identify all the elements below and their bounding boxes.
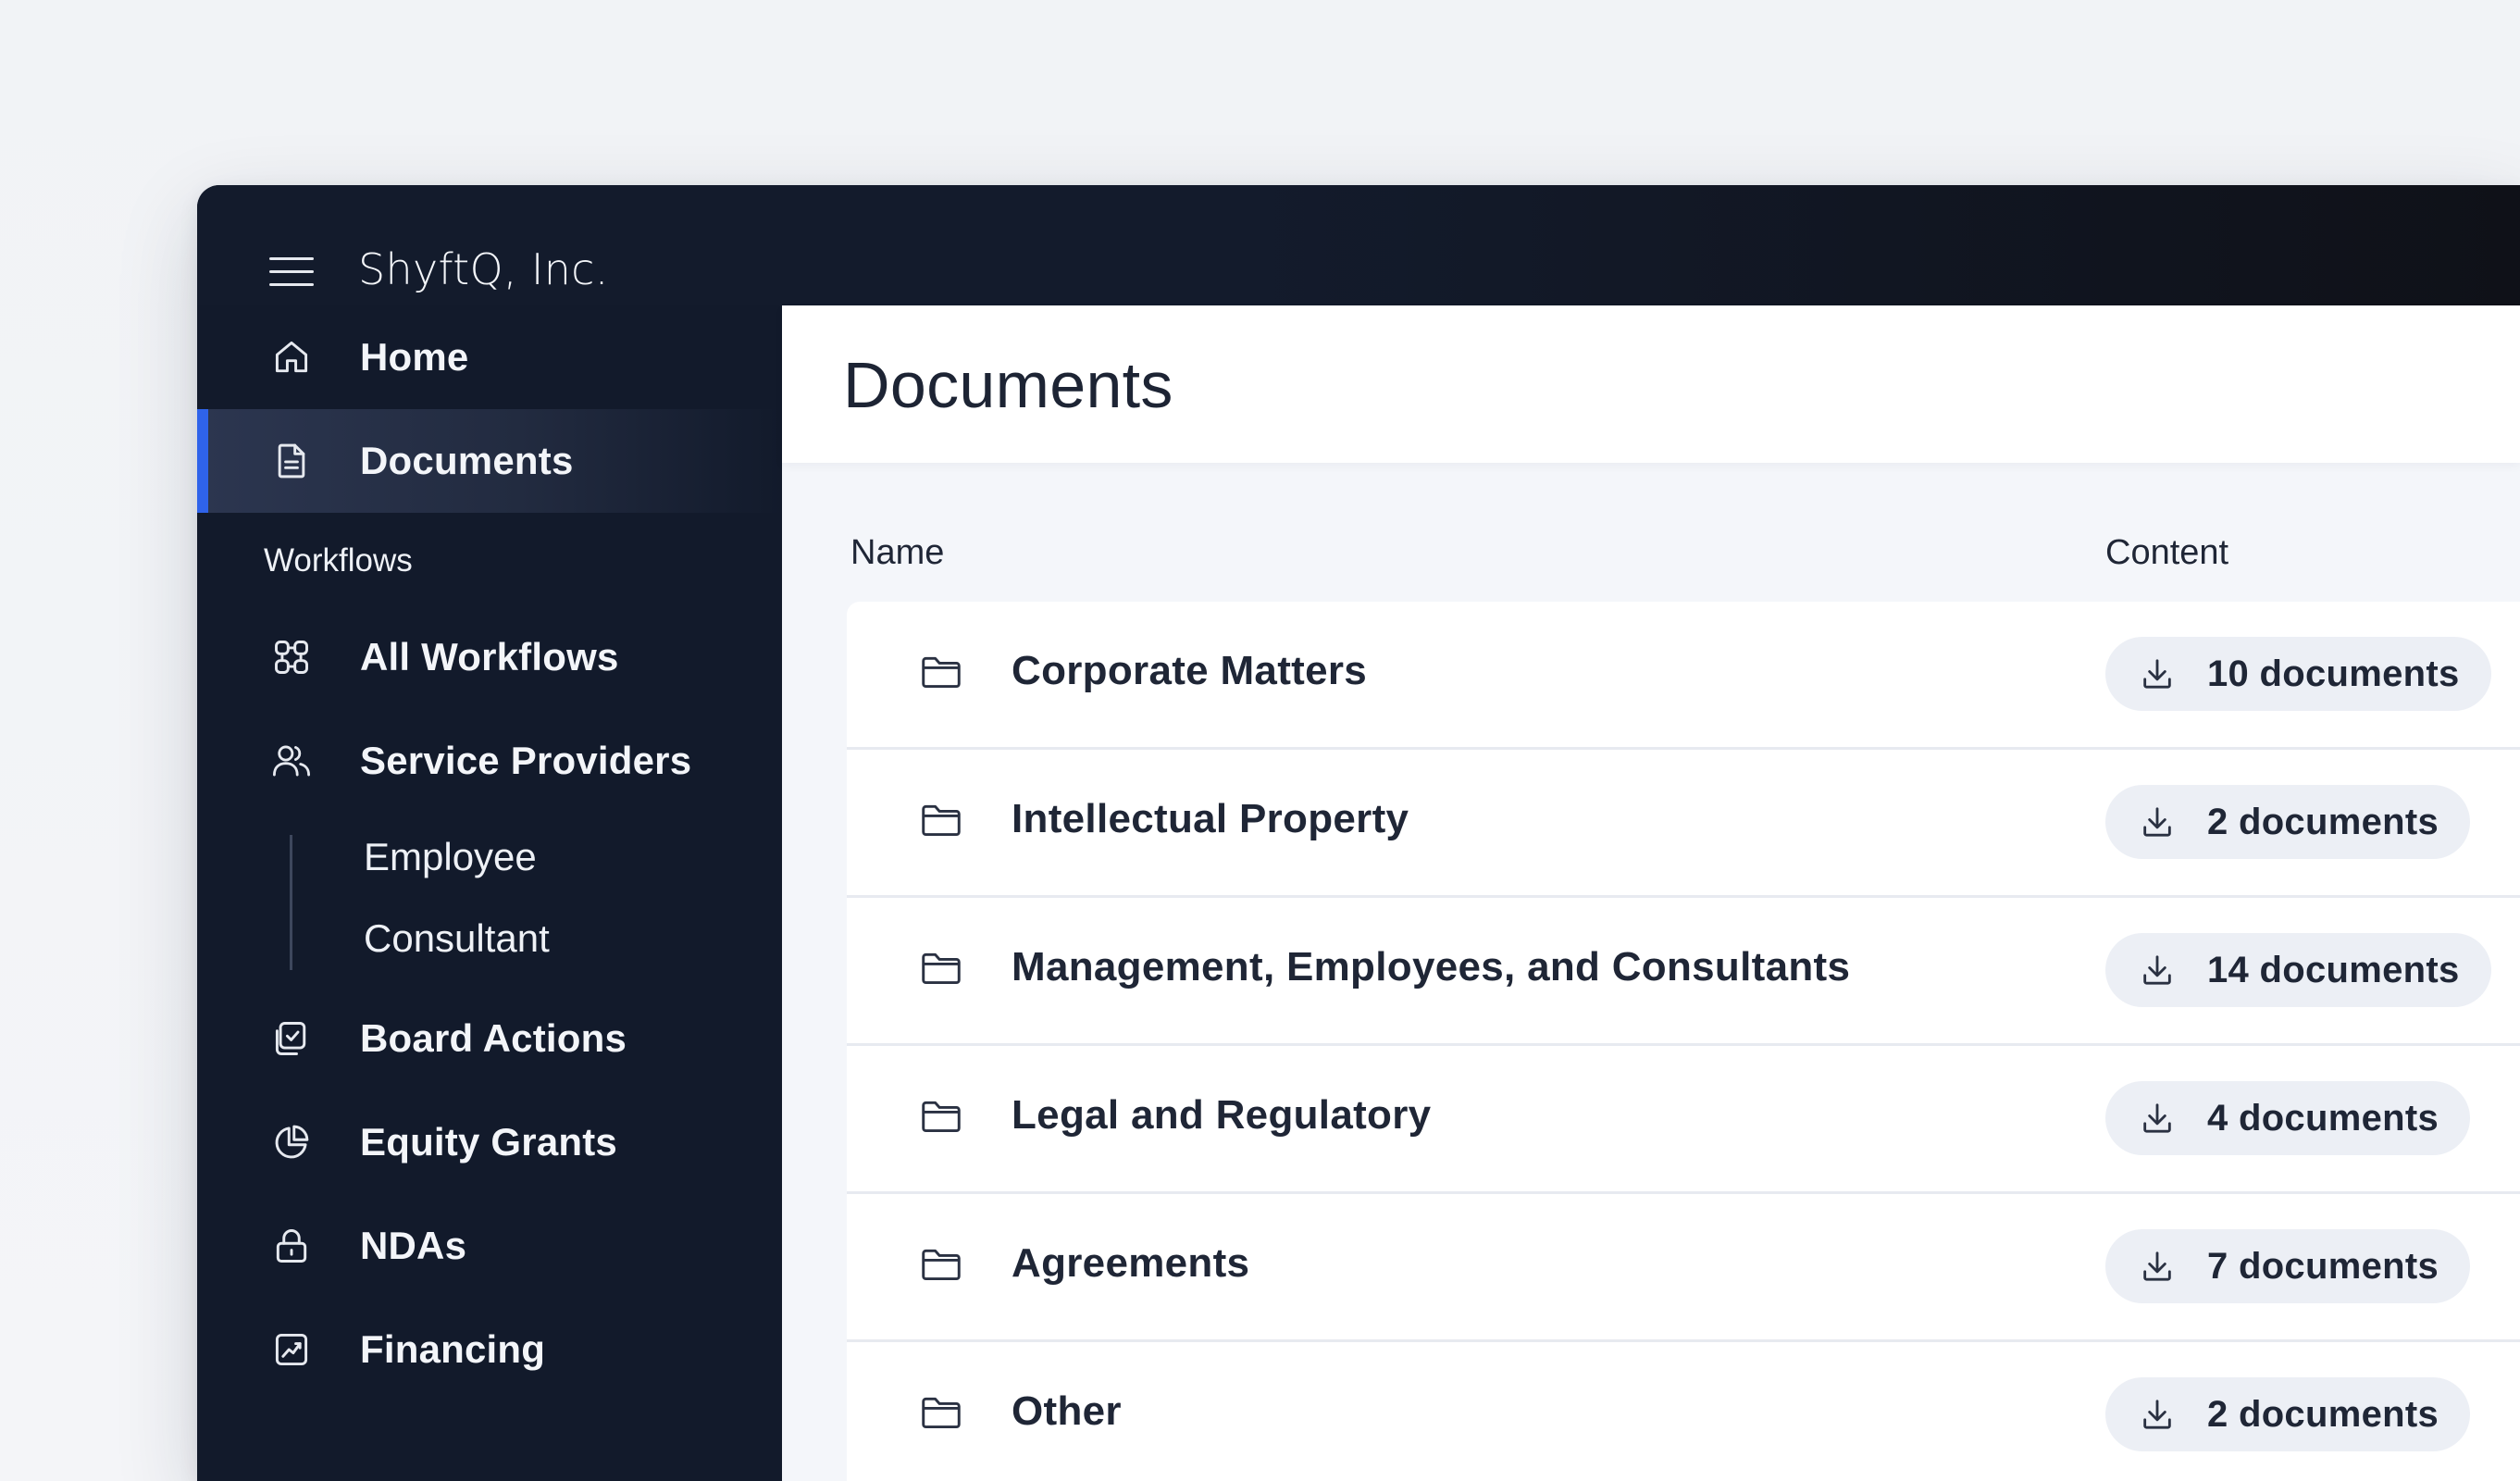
table-row[interactable]: Intellectual Property 2 documents: [847, 750, 2520, 898]
document-count: 7 documents: [2207, 1245, 2439, 1287]
sidebar-subitem-consultant[interactable]: Consultant: [364, 916, 550, 961]
folder-name[interactable]: Intellectual Property: [1012, 796, 1409, 842]
sidebar-item-label: Service Providers: [360, 739, 692, 782]
hamburger-menu-icon[interactable]: [269, 254, 314, 291]
download-documents-button[interactable]: 4 documents: [2105, 1081, 2471, 1155]
column-header-name[interactable]: Name: [850, 533, 944, 573]
table-row[interactable]: Agreements 7 documents: [847, 1194, 2520, 1342]
page-title: Documents: [843, 349, 1173, 421]
sidebar-item-label: Equity Grants: [360, 1120, 617, 1164]
folder-icon: [919, 1244, 963, 1285]
table-row[interactable]: Other 2 documents: [847, 1342, 2520, 1481]
home-icon: [269, 335, 314, 380]
chart-line-icon: [269, 1327, 314, 1372]
download-icon: [2139, 1248, 2176, 1285]
download-documents-button[interactable]: 7 documents: [2105, 1229, 2471, 1303]
pie-chart-icon: [269, 1120, 314, 1164]
board-check-icon: [269, 1016, 314, 1061]
sidebar-item-label: All Workflows: [360, 635, 619, 678]
sidebar: Home Documents Workflows All Workflows S…: [197, 305, 782, 1481]
app-window: ShyftQ, Inc. Home Documents Workflows Al…: [197, 185, 2520, 1481]
table-row[interactable]: Management, Employees, and Consultants 14…: [847, 898, 2520, 1046]
top-bar: ShyftQ, Inc.: [197, 185, 2520, 305]
section-label-workflows: Workflows: [264, 542, 413, 579]
download-icon: [2139, 952, 2176, 989]
sidebar-item-financing[interactable]: Financing: [197, 1298, 782, 1401]
lock-icon: [269, 1224, 314, 1268]
page-header: Documents: [782, 305, 2520, 463]
sidebar-item-label: NDAs: [360, 1224, 467, 1267]
documents-table: Corporate Matters 10 documents Intellectua…: [847, 602, 2520, 1481]
sidebar-item-board-actions[interactable]: Board Actions: [197, 987, 782, 1090]
main-content: Documents Name Content Corporate Matters…: [782, 305, 2520, 1481]
folder-name[interactable]: Other: [1012, 1388, 1122, 1435]
sidebar-item-equity-grants[interactable]: Equity Grants: [197, 1090, 782, 1194]
download-documents-button[interactable]: 2 documents: [2105, 1377, 2471, 1451]
document-count: 14 documents: [2207, 949, 2460, 990]
sub-items-guide-line: [290, 835, 292, 970]
sidebar-item-all-workflows[interactable]: All Workflows: [197, 605, 782, 709]
download-documents-button[interactable]: 14 documents: [2105, 933, 2491, 1007]
users-icon: [269, 739, 314, 783]
sidebar-item-documents[interactable]: Documents: [197, 409, 782, 513]
table-row[interactable]: Legal and Regulatory 4 documents: [847, 1046, 2520, 1194]
document-count: 10 documents: [2207, 653, 2460, 694]
folder-icon: [919, 652, 963, 692]
download-documents-button[interactable]: 10 documents: [2105, 637, 2491, 711]
sidebar-item-label: Financing: [360, 1327, 546, 1371]
download-icon: [2139, 1100, 2176, 1137]
sidebar-subitem-employee[interactable]: Employee: [364, 835, 537, 879]
document-count: 2 documents: [2207, 1393, 2439, 1435]
column-header-content[interactable]: Content: [2105, 533, 2228, 573]
folder-name[interactable]: Management, Employees, and Consultants: [1012, 944, 1850, 990]
download-icon: [2139, 803, 2176, 840]
document-count: 2 documents: [2207, 801, 2439, 842]
sidebar-item-ndas[interactable]: NDAs: [197, 1194, 782, 1298]
sidebar-item-label: Board Actions: [360, 1016, 627, 1060]
document-icon: [269, 439, 314, 483]
org-name: ShyftQ, Inc.: [358, 244, 609, 294]
folder-icon: [919, 948, 963, 989]
sidebar-item-service-providers[interactable]: Service Providers: [197, 709, 782, 813]
download-documents-button[interactable]: 2 documents: [2105, 785, 2471, 859]
document-count: 4 documents: [2207, 1097, 2439, 1139]
folder-name[interactable]: Legal and Regulatory: [1012, 1092, 1431, 1139]
folder-icon: [919, 800, 963, 840]
folder-name[interactable]: Agreements: [1012, 1240, 1249, 1287]
grid-nodes-icon: [269, 635, 314, 679]
folder-icon: [919, 1392, 963, 1433]
download-icon: [2139, 655, 2176, 692]
table-row[interactable]: Corporate Matters 10 documents: [847, 602, 2520, 750]
folder-name[interactable]: Corporate Matters: [1012, 648, 1367, 694]
sidebar-item-label: Documents: [360, 439, 574, 482]
sidebar-item-label: Home: [360, 335, 469, 379]
folder-icon: [919, 1096, 963, 1137]
download-icon: [2139, 1396, 2176, 1433]
sidebar-item-home[interactable]: Home: [197, 305, 782, 409]
